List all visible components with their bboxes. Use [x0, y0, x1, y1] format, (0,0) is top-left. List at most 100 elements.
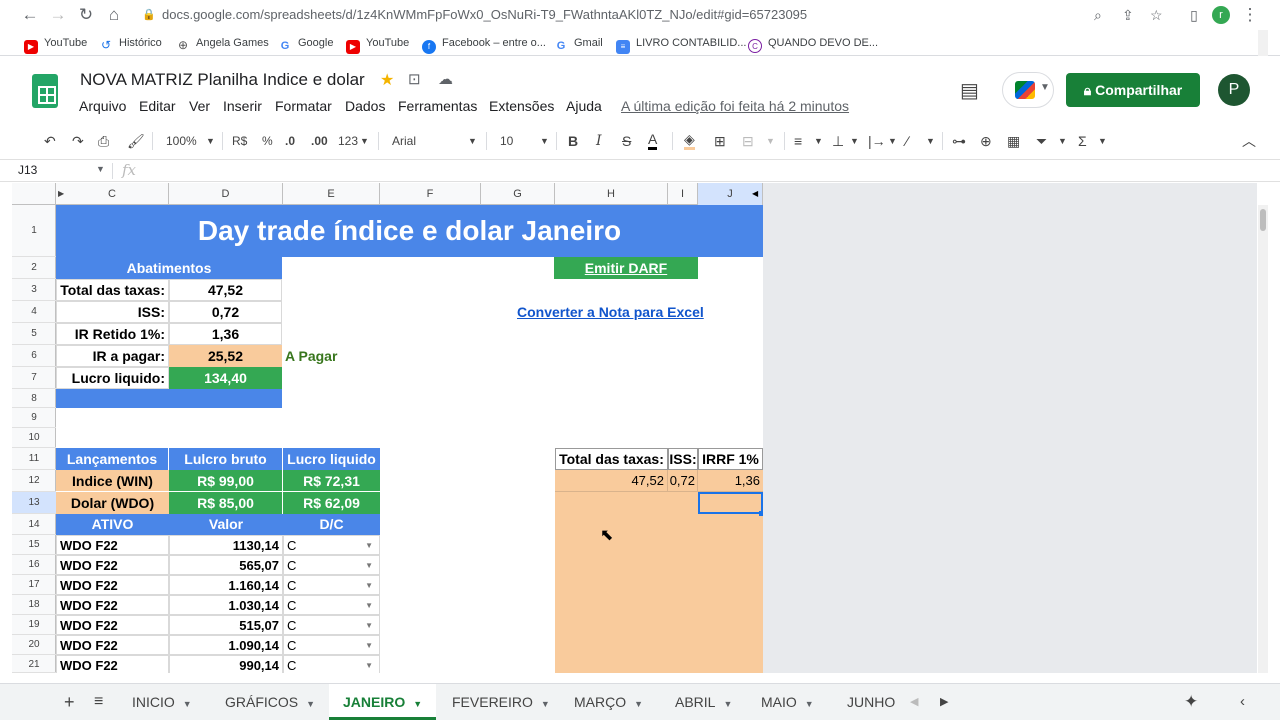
row-header[interactable]: 20 — [12, 635, 56, 655]
side-panel-toggle-icon[interactable]: ‹ — [1226, 684, 1259, 720]
tab-graficos[interactable]: GRÁFICOS ▼ — [211, 684, 329, 720]
tab-inicio[interactable]: INICIO ▼ — [118, 684, 206, 720]
abatimento-value[interactable]: 134,40 — [169, 367, 282, 389]
chevron-down-icon[interactable]: ▼ — [206, 131, 215, 151]
merge-cells-icon[interactable]: ⊟ — [742, 131, 754, 151]
last-edit-link[interactable]: A última edição foi feita há 2 minutos — [621, 98, 849, 114]
abatimento-label[interactable]: ISS: — [56, 301, 169, 323]
emitir-darf-button[interactable]: Emitir DARF — [554, 257, 698, 279]
row-header[interactable]: 12 — [12, 470, 56, 492]
taxas-header[interactable]: Total das taxas: — [555, 448, 668, 470]
trade-dc-select[interactable]: C ▼ — [283, 635, 380, 655]
row-header[interactable]: 6 — [12, 345, 56, 367]
chevron-down-icon[interactable]: ▼ — [360, 131, 369, 151]
fill-handle[interactable] — [759, 511, 763, 516]
fill-color-icon[interactable]: ◈ — [684, 131, 695, 150]
chevron-down-icon[interactable]: ▼ — [850, 131, 859, 151]
chevron-down-icon[interactable]: ▼ — [540, 131, 549, 151]
font-size-select[interactable]: 10 — [500, 131, 513, 151]
menu-ver[interactable]: Ver — [189, 98, 210, 114]
zoom-select[interactable]: 100% — [166, 131, 197, 151]
row-header[interactable]: 21 — [12, 655, 56, 673]
trade-valor[interactable]: 1.160,14 — [169, 575, 283, 595]
converter-nota-link[interactable]: Converter a Nota para Excel — [517, 301, 737, 323]
select-all-corner[interactable]: ▶ — [12, 183, 64, 205]
trade-dc-select[interactable]: C ▼ — [283, 595, 380, 615]
page-scrollbar[interactable] — [1258, 30, 1268, 56]
row-header[interactable]: 4 — [12, 301, 56, 323]
row-header[interactable]: 18 — [12, 595, 56, 615]
chevron-down-icon[interactable]: ▼ — [766, 131, 775, 151]
chevron-down-icon[interactable]: ▼ — [96, 164, 105, 174]
star-icon[interactable]: ★ — [380, 70, 394, 90]
tab-abril[interactable]: ABRIL ▼ — [661, 684, 746, 720]
meet-button[interactable]: ▼ — [1002, 72, 1054, 108]
borders-icon[interactable]: ⊞ — [714, 131, 726, 151]
bookmark-item[interactable]: f Facebook – entre o... — [422, 35, 546, 54]
iss-header[interactable]: ISS: — [668, 448, 698, 470]
row-header[interactable]: 5 — [12, 323, 56, 345]
row-header[interactable]: 2 — [12, 257, 56, 279]
sheet-title-cell[interactable]: Day trade índice e dolar Janeiro — [56, 205, 763, 257]
formula-input[interactable] — [150, 160, 1260, 182]
valor-header[interactable]: Valor — [169, 514, 283, 535]
functions-icon[interactable]: Σ — [1078, 131, 1087, 151]
trade-ativo[interactable]: WDO F22 — [56, 595, 169, 615]
lucro-liquido-header[interactable]: Lucro liquido — [283, 448, 380, 470]
menu-editar[interactable]: Editar — [139, 98, 176, 114]
menu-extensoes[interactable]: Extensões — [489, 98, 554, 114]
trade-dc-select[interactable]: C ▼ — [283, 555, 380, 575]
bookmark-item[interactable]: ⊕ Angela Games — [176, 35, 269, 52]
cell-grid[interactable]: Day trade índice e dolar Janeiro Abatime… — [56, 205, 763, 673]
ativo-header[interactable]: ATIVO — [56, 514, 169, 535]
row-header[interactable]: 16 — [12, 555, 56, 575]
abatimento-label[interactable]: IR Retido 1%: — [56, 323, 169, 345]
vertical-align-icon[interactable]: ⊥ — [832, 131, 844, 151]
explore-icon[interactable]: ✦ — [1170, 684, 1212, 720]
bookmark-item[interactable]: ≡ LIVRO CONTABILID... — [616, 35, 746, 54]
lancamento-bruto[interactable]: R$ 99,00 — [169, 470, 283, 492]
text-color-icon[interactable]: A — [648, 131, 658, 150]
menu-arquivo[interactable]: Arquivo — [79, 98, 126, 114]
menu-formatar[interactable]: Formatar — [275, 98, 332, 114]
bookmark-item[interactable]: C QUANDO DEVO DE... — [748, 35, 878, 53]
name-box[interactable]: J13 — [18, 163, 37, 177]
row-header[interactable]: 19 — [12, 615, 56, 635]
abatimento-label[interactable]: Lucro liquido: — [56, 367, 169, 389]
lancamento-ativo[interactable]: Indice (WIN) — [56, 470, 169, 492]
share-button[interactable]: 🔒︎ Compartilhar — [1066, 73, 1200, 107]
trade-dc-select[interactable]: C ▼ — [283, 575, 380, 595]
trade-valor[interactable]: 515,07 — [169, 615, 283, 635]
chevron-down-icon[interactable]: ▼ — [1058, 131, 1067, 151]
abatimento-value[interactable]: 1,36 — [169, 323, 282, 345]
chevron-down-icon[interactable]: ▼ — [365, 636, 373, 654]
row-header[interactable]: 7 — [12, 367, 56, 389]
chevron-down-icon[interactable]: ▼ — [365, 616, 373, 634]
undo-icon[interactable]: ↶ — [44, 131, 56, 151]
lancamento-liquido[interactable]: R$ 62,09 — [283, 492, 380, 514]
cloud-status-icon[interactable]: ☁ — [438, 70, 453, 88]
lancamentos-header[interactable]: Lançamentos — [56, 448, 169, 470]
chevron-down-icon[interactable]: ▼ — [365, 656, 373, 673]
forward-icon[interactable]: → — [48, 5, 68, 25]
trade-valor[interactable]: 565,07 — [169, 555, 283, 575]
chevron-down-icon[interactable]: ▼ — [365, 536, 373, 554]
trade-ativo[interactable]: WDO F22 — [56, 655, 169, 673]
row-header[interactable]: 15 — [12, 535, 56, 555]
browser-menu-icon[interactable]: ⋮ — [1240, 5, 1260, 25]
tab-marco[interactable]: MARÇO ▼ — [560, 684, 657, 720]
row-header[interactable]: 8 — [12, 389, 56, 408]
trade-valor[interactable]: 990,14 — [169, 655, 283, 673]
move-folder-icon[interactable]: ⊡ — [408, 70, 421, 88]
trade-valor[interactable]: 1.030,14 — [169, 595, 283, 615]
tab-maio[interactable]: MAIO ▼ — [747, 684, 828, 720]
avatar[interactable]: P — [1218, 74, 1250, 106]
back-icon[interactable]: ← — [20, 5, 40, 25]
blue-separator-cell[interactable] — [56, 389, 282, 408]
bookmark-item[interactable]: ▶ YouTube — [24, 35, 87, 54]
number-format-select[interactable]: 123 — [338, 131, 358, 151]
abatimento-value[interactable]: 0,72 — [169, 301, 282, 323]
column-header[interactable]: F — [380, 183, 481, 205]
increase-decimals-button[interactable]: .00 — [311, 131, 328, 151]
all-sheets-icon[interactable]: ≡ — [80, 684, 117, 720]
